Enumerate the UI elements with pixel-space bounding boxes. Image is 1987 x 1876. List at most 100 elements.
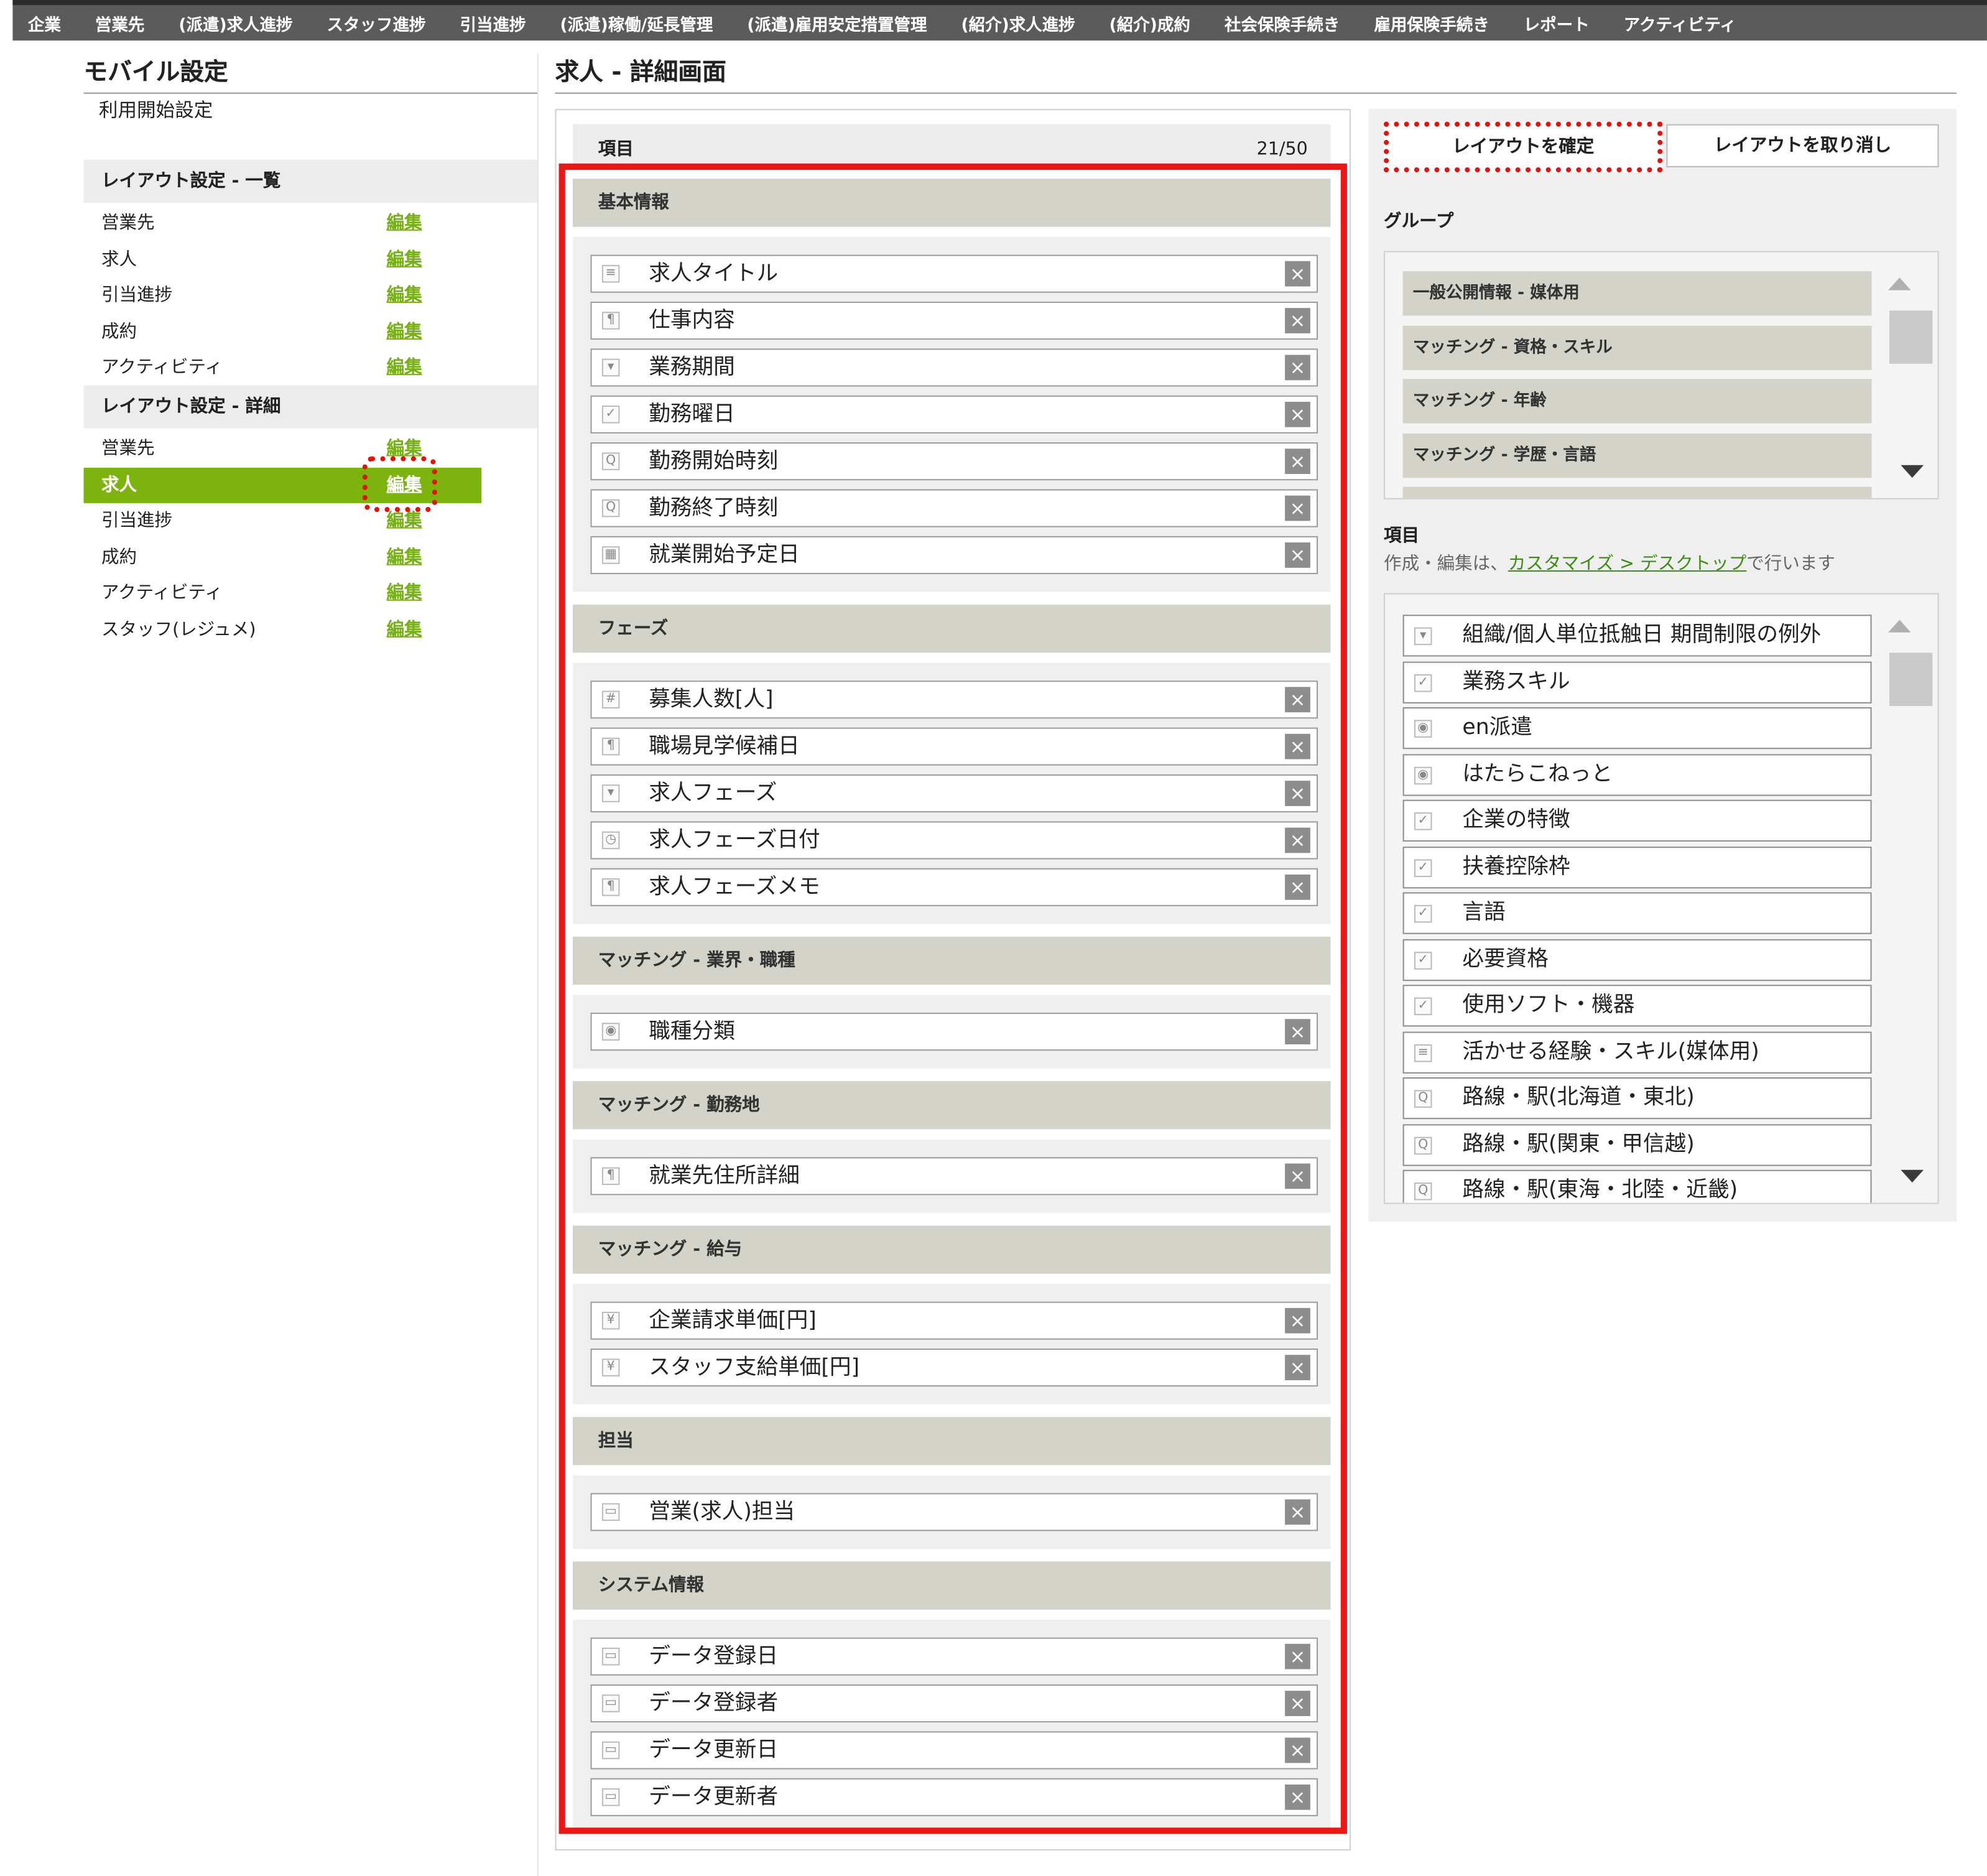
sidebar-item-label: 引当進捗 xyxy=(101,511,173,531)
scroll-down-icon[interactable] xyxy=(1901,1169,1924,1183)
nav-item[interactable]: 引当進捗 xyxy=(460,11,526,35)
sidebar-item: 求人 編集 xyxy=(83,241,481,277)
palette-field-item[interactable]: Q 路線・駅(東海・北陸・近畿) xyxy=(1402,1169,1872,1203)
palette-field-item[interactable]: ✓ 企業の特徴 xyxy=(1402,799,1872,842)
palette-field-label: en派遣 xyxy=(1462,715,1532,740)
palette-field-label: はたらこねっと xyxy=(1462,761,1613,787)
note-text: 作成・編集は、 xyxy=(1384,554,1508,575)
nav-item[interactable]: 営業先 xyxy=(95,11,144,35)
sidebar-item: アクティビティ 編集 xyxy=(83,350,481,385)
checkbox-icon: ✓ xyxy=(1414,858,1432,877)
start-setting-link[interactable]: 利用開始設定 xyxy=(99,96,213,123)
palette-field-item[interactable]: Q 路線・駅(関東・甲信越) xyxy=(1402,1123,1872,1166)
checkbox-icon: ✓ xyxy=(1414,673,1432,692)
edit-link[interactable]: 編集 xyxy=(386,313,422,349)
top-navigation: 企業 営業先 (派遣)求人進捗 スタッフ進捗 引当進捗 (派遣)稼働/延長管理 (派遣)雇用… xyxy=(12,0,1987,41)
item-palette[interactable]: ▾ 組織/個人単位抵触日 期間制限の例外 ✓ 業務スキル ◉ en派遣 ◉ はたらこねっと ✓ 企… xyxy=(1384,593,1939,1204)
sidebar-item: 成約 編集 xyxy=(83,313,481,349)
sidebar-item-label: 営業先 xyxy=(101,213,155,233)
nav-item[interactable]: (派遣)雇用安定措置管理 xyxy=(747,11,927,35)
palette-field-label: 路線・駅(北海道・東北) xyxy=(1462,1085,1695,1110)
checkbox-icon: ✓ xyxy=(1414,904,1432,923)
sidebar-item: 成約 編集 xyxy=(83,539,481,575)
palette-group-item[interactable]: 一般公開情報 - 媒体用 xyxy=(1402,271,1872,316)
palette-group-item[interactable]: マッチング - 学歴・言語 xyxy=(1402,432,1872,478)
item-palette-note: 作成・編集は、カスタマイズ > デスクトップで行います xyxy=(1384,550,1835,575)
sidebar-item-label: 成約 xyxy=(101,321,137,342)
nav-item[interactable]: アクティビティ xyxy=(1624,11,1736,35)
page-title: 求人 - 詳細画面 xyxy=(555,53,1957,94)
palette-field-label: 使用ソフト・機器 xyxy=(1462,992,1635,1018)
sidebar-title: モバイル設定 xyxy=(83,53,537,94)
sidebar-item-label: 求人 xyxy=(101,249,137,269)
nav-item[interactable]: 企業 xyxy=(28,11,61,35)
palette-field-item[interactable]: ◉ はたらこねっと xyxy=(1402,753,1872,796)
palette-field-item[interactable]: Q 路線・駅(北海道・東北) xyxy=(1402,1077,1872,1120)
nav-item[interactable]: 社会保険手続き xyxy=(1225,11,1340,35)
palette-field-label: 業務スキル xyxy=(1462,668,1570,694)
checkbox-icon: ✓ xyxy=(1414,951,1432,969)
sidebar-divider xyxy=(537,53,539,1876)
layout-list-section: レイアウト設定 - 一覧 xyxy=(83,159,537,203)
palette-field-label: 路線・駅(関東・甲信越) xyxy=(1462,1131,1695,1157)
cancel-layout-button[interactable]: レイアウトを取り消し xyxy=(1666,124,1939,167)
customize-desktop-link[interactable]: カスタマイズ > デスクトップ xyxy=(1508,554,1747,574)
group-palette-label: グループ xyxy=(1384,211,1454,232)
palette-group-item[interactable]: マッチング - 年齢 xyxy=(1402,379,1872,424)
palette-field-item[interactable]: ✓ 扶養控除枠 xyxy=(1402,846,1872,888)
palette-field-item[interactable]: ≡ 活かせる経験・スキル(媒体用) xyxy=(1402,1031,1872,1073)
palette-field-label: 言語 xyxy=(1462,899,1506,926)
scroll-up-icon[interactable] xyxy=(1888,620,1911,633)
edit-link[interactable]: 編集 xyxy=(386,539,422,575)
palette-field-label: 活かせる経験・スキル(媒体用) xyxy=(1462,1038,1759,1064)
sidebar-item-label: アクティビティ xyxy=(101,357,223,378)
palette-field-label: 組織/個人単位抵触日 期間制限の例外 xyxy=(1462,622,1822,648)
dropdown-icon: ▾ xyxy=(1414,627,1432,646)
palette-field-item[interactable]: ▾ 組織/個人単位抵触日 期間制限の例外 xyxy=(1402,615,1872,657)
nav-item[interactable]: (紹介)成約 xyxy=(1109,11,1190,35)
sidebar-item-label: 営業先 xyxy=(101,439,155,459)
edit-link[interactable]: 編集 xyxy=(386,277,422,313)
layout-detail-section: レイアウト設定 - 詳細 xyxy=(83,385,537,429)
edit-link[interactable]: 編集 xyxy=(386,575,422,611)
nav-item[interactable]: (派遣)求人進捗 xyxy=(178,11,292,35)
edit-link[interactable]: 編集 xyxy=(386,205,422,241)
group-palette[interactable]: 一般公開情報 - 媒体用 マッチング - 資格・スキル マッチング - 年齢 マッチン… xyxy=(1384,251,1939,499)
item-scrollbar-thumb[interactable] xyxy=(1889,652,1933,706)
group-scrollbar-thumb[interactable] xyxy=(1889,310,1933,364)
palette-group-item-partial[interactable] xyxy=(1402,486,1872,498)
edit-link[interactable]: 編集 xyxy=(386,350,422,385)
sidebar-item: 営業先 編集 xyxy=(83,205,481,241)
nav-item[interactable]: (派遣)稼働/延長管理 xyxy=(560,11,713,35)
edit-link[interactable]: 編集 xyxy=(386,241,422,277)
layout-items-header: 項目 21/50 xyxy=(572,124,1331,165)
palette-field-label: 扶養控除枠 xyxy=(1462,853,1570,880)
checkbox-icon: ✓ xyxy=(1414,812,1432,830)
item-palette-label: 項目 xyxy=(1384,526,1420,547)
nav-item[interactable]: (紹介)求人進捗 xyxy=(961,11,1075,35)
confirm-layout-button[interactable]: レイアウトを確定 xyxy=(1384,121,1663,173)
sidebar-item-label: 成約 xyxy=(101,547,137,567)
sidebar-item: 引当進捗 編集 xyxy=(83,277,481,313)
lookup-icon: Q xyxy=(1414,1090,1432,1108)
radio-icon: ◉ xyxy=(1414,766,1432,784)
sidebar-item-label: 引当進捗 xyxy=(101,285,173,306)
palette-field-item[interactable]: ✓ 必要資格 xyxy=(1402,938,1872,981)
palette-group-item[interactable]: マッチング - 資格・スキル xyxy=(1402,325,1872,369)
sidebar-item-label: アクティビティ xyxy=(101,583,223,603)
palette-field-item[interactable]: ✓ 業務スキル xyxy=(1402,661,1872,703)
palette-field-item[interactable]: ◉ en派遣 xyxy=(1402,707,1872,750)
scroll-down-icon[interactable] xyxy=(1901,465,1924,478)
checkbox-icon: ✓ xyxy=(1414,997,1432,1016)
nav-item[interactable]: レポート xyxy=(1524,11,1590,35)
palette-field-item[interactable]: ✓ 言語 xyxy=(1402,892,1872,934)
scroll-up-icon[interactable] xyxy=(1888,277,1911,290)
sidebar-item: スタッフ(レジュメ) 編集 xyxy=(83,611,481,647)
sidebar-item-label: スタッフ(レジュメ) xyxy=(101,619,256,639)
nav-item[interactable]: スタッフ進捗 xyxy=(327,11,426,35)
lookup-icon: Q xyxy=(1414,1182,1432,1200)
text-icon: ≡ xyxy=(1414,1043,1432,1062)
nav-item[interactable]: 雇用保険手続き xyxy=(1374,11,1489,35)
edit-link[interactable]: 編集 xyxy=(386,611,422,647)
palette-field-item[interactable]: ✓ 使用ソフト・機器 xyxy=(1402,985,1872,1027)
